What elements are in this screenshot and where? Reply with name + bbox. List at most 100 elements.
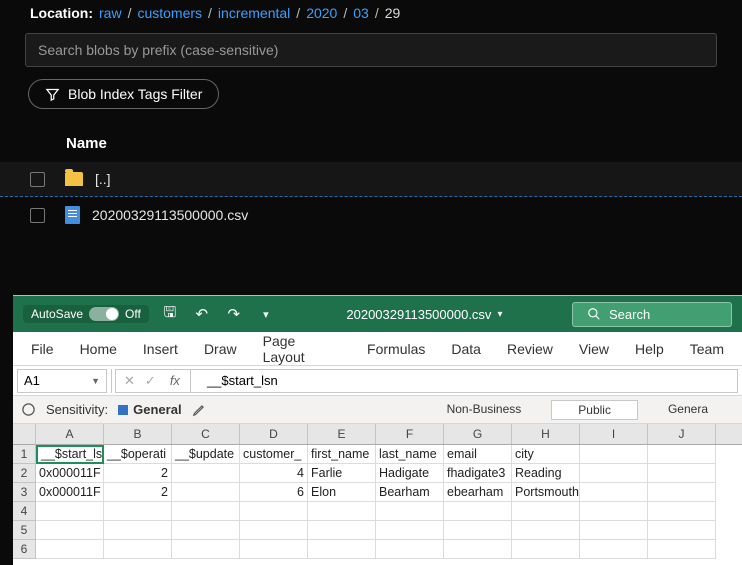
col-header[interactable]: A [36,424,104,444]
col-header[interactable]: F [376,424,444,444]
redo-icon[interactable]: ↷ [223,303,245,325]
cell[interactable]: customer_ [240,445,308,464]
cell[interactable]: Farlie [308,464,376,483]
confirm-icon[interactable]: ✓ [145,373,156,389]
cell[interactable] [308,502,376,521]
row-header[interactable]: 4 [13,502,35,521]
filter-button[interactable]: Blob Index Tags Filter [28,79,219,109]
crumb-03[interactable]: 03 [353,5,369,21]
cell[interactable]: Reading [512,464,580,483]
col-header[interactable]: D [240,424,308,444]
cell[interactable]: Elon [308,483,376,502]
cell[interactable]: ebearham [444,483,512,502]
undo-icon[interactable]: ↶ [191,303,213,325]
search-input[interactable]: Search blobs by prefix (case-sensitive) [25,33,717,67]
cell[interactable] [580,464,648,483]
cell[interactable] [376,521,444,540]
cell[interactable] [512,521,580,540]
cell[interactable]: first_name [308,445,376,464]
col-header[interactable]: C [172,424,240,444]
fx-icon[interactable]: fx [170,373,180,388]
save-icon[interactable]: 🖫 [159,303,181,325]
list-row[interactable]: 20200329113500000.csv [0,197,742,233]
sens-general[interactable]: Genera [642,400,734,420]
cell[interactable] [444,540,512,559]
edit-icon[interactable] [192,403,206,417]
cell[interactable] [376,502,444,521]
cell[interactable]: Hadigate [376,464,444,483]
tab-team[interactable]: Team [690,341,724,357]
cell[interactable]: 6 [240,483,308,502]
cell[interactable] [172,521,240,540]
cell[interactable] [308,540,376,559]
col-header[interactable]: I [580,424,648,444]
tab-draw[interactable]: Draw [204,341,237,357]
cell[interactable]: __$start_ls [36,445,104,464]
cell[interactable] [172,502,240,521]
select-all-corner[interactable] [13,424,35,445]
cell[interactable]: 0x000011F [36,464,104,483]
cell[interactable] [512,502,580,521]
list-row[interactable]: [..] [0,162,742,197]
cell[interactable]: Portsmouth [512,483,580,502]
cell[interactable]: fhadigate3 [444,464,512,483]
tab-file[interactable]: File [31,341,54,357]
autosave-toggle[interactable]: AutoSave Off [23,305,149,323]
cell[interactable] [36,521,104,540]
cell[interactable]: Bearham [376,483,444,502]
cell[interactable] [172,464,240,483]
cell[interactable]: email [444,445,512,464]
cell[interactable]: last_name [376,445,444,464]
cell[interactable] [580,521,648,540]
cell[interactable] [580,502,648,521]
tab-data[interactable]: Data [451,341,481,357]
crumb-customers[interactable]: customers [137,5,202,21]
name-box[interactable]: A1 ▼ [17,369,107,393]
col-name[interactable]: Name [0,121,742,162]
cell[interactable] [580,540,648,559]
cell[interactable] [648,521,716,540]
tab-review[interactable]: Review [507,341,553,357]
crumb-incremental[interactable]: incremental [218,5,290,21]
cell[interactable] [36,540,104,559]
tab-page-layout[interactable]: Page Layout [263,333,341,365]
excel-search[interactable]: Search [572,302,732,327]
cell[interactable] [648,502,716,521]
tab-formulas[interactable]: Formulas [367,341,425,357]
cell[interactable] [648,445,716,464]
cell[interactable] [580,445,648,464]
cell[interactable] [240,502,308,521]
cell[interactable] [444,502,512,521]
sens-nonbusiness[interactable]: Non-Business [421,400,548,420]
row-header[interactable]: 1 [13,445,35,464]
tab-home[interactable]: Home [80,341,117,357]
checkbox[interactable] [30,208,45,223]
col-header[interactable]: B [104,424,172,444]
cell[interactable] [648,483,716,502]
cell[interactable] [172,540,240,559]
formula-bar[interactable]: ✕ ✓ fx __$start_lsn [115,369,738,393]
row-header[interactable]: 5 [13,521,35,540]
cell[interactable] [308,521,376,540]
cell[interactable]: 4 [240,464,308,483]
col-header[interactable]: H [512,424,580,444]
row-header[interactable]: 3 [13,483,35,502]
tab-help[interactable]: Help [635,341,664,357]
cell[interactable] [648,540,716,559]
cell[interactable] [376,540,444,559]
tab-view[interactable]: View [579,341,609,357]
row-header[interactable]: 6 [13,540,35,559]
cancel-icon[interactable]: ✕ [124,373,135,389]
cell[interactable] [240,540,308,559]
cell[interactable] [172,483,240,502]
cell[interactable] [444,521,512,540]
row-header[interactable]: 2 [13,464,35,483]
cell[interactable]: 2 [104,464,172,483]
cell[interactable] [648,464,716,483]
cell[interactable]: 2 [104,483,172,502]
cell[interactable] [240,521,308,540]
title-caret-icon[interactable]: ▾ [497,309,502,320]
cell[interactable]: __$operati [104,445,172,464]
tab-insert[interactable]: Insert [143,341,178,357]
cell[interactable]: 0x000011F [36,483,104,502]
